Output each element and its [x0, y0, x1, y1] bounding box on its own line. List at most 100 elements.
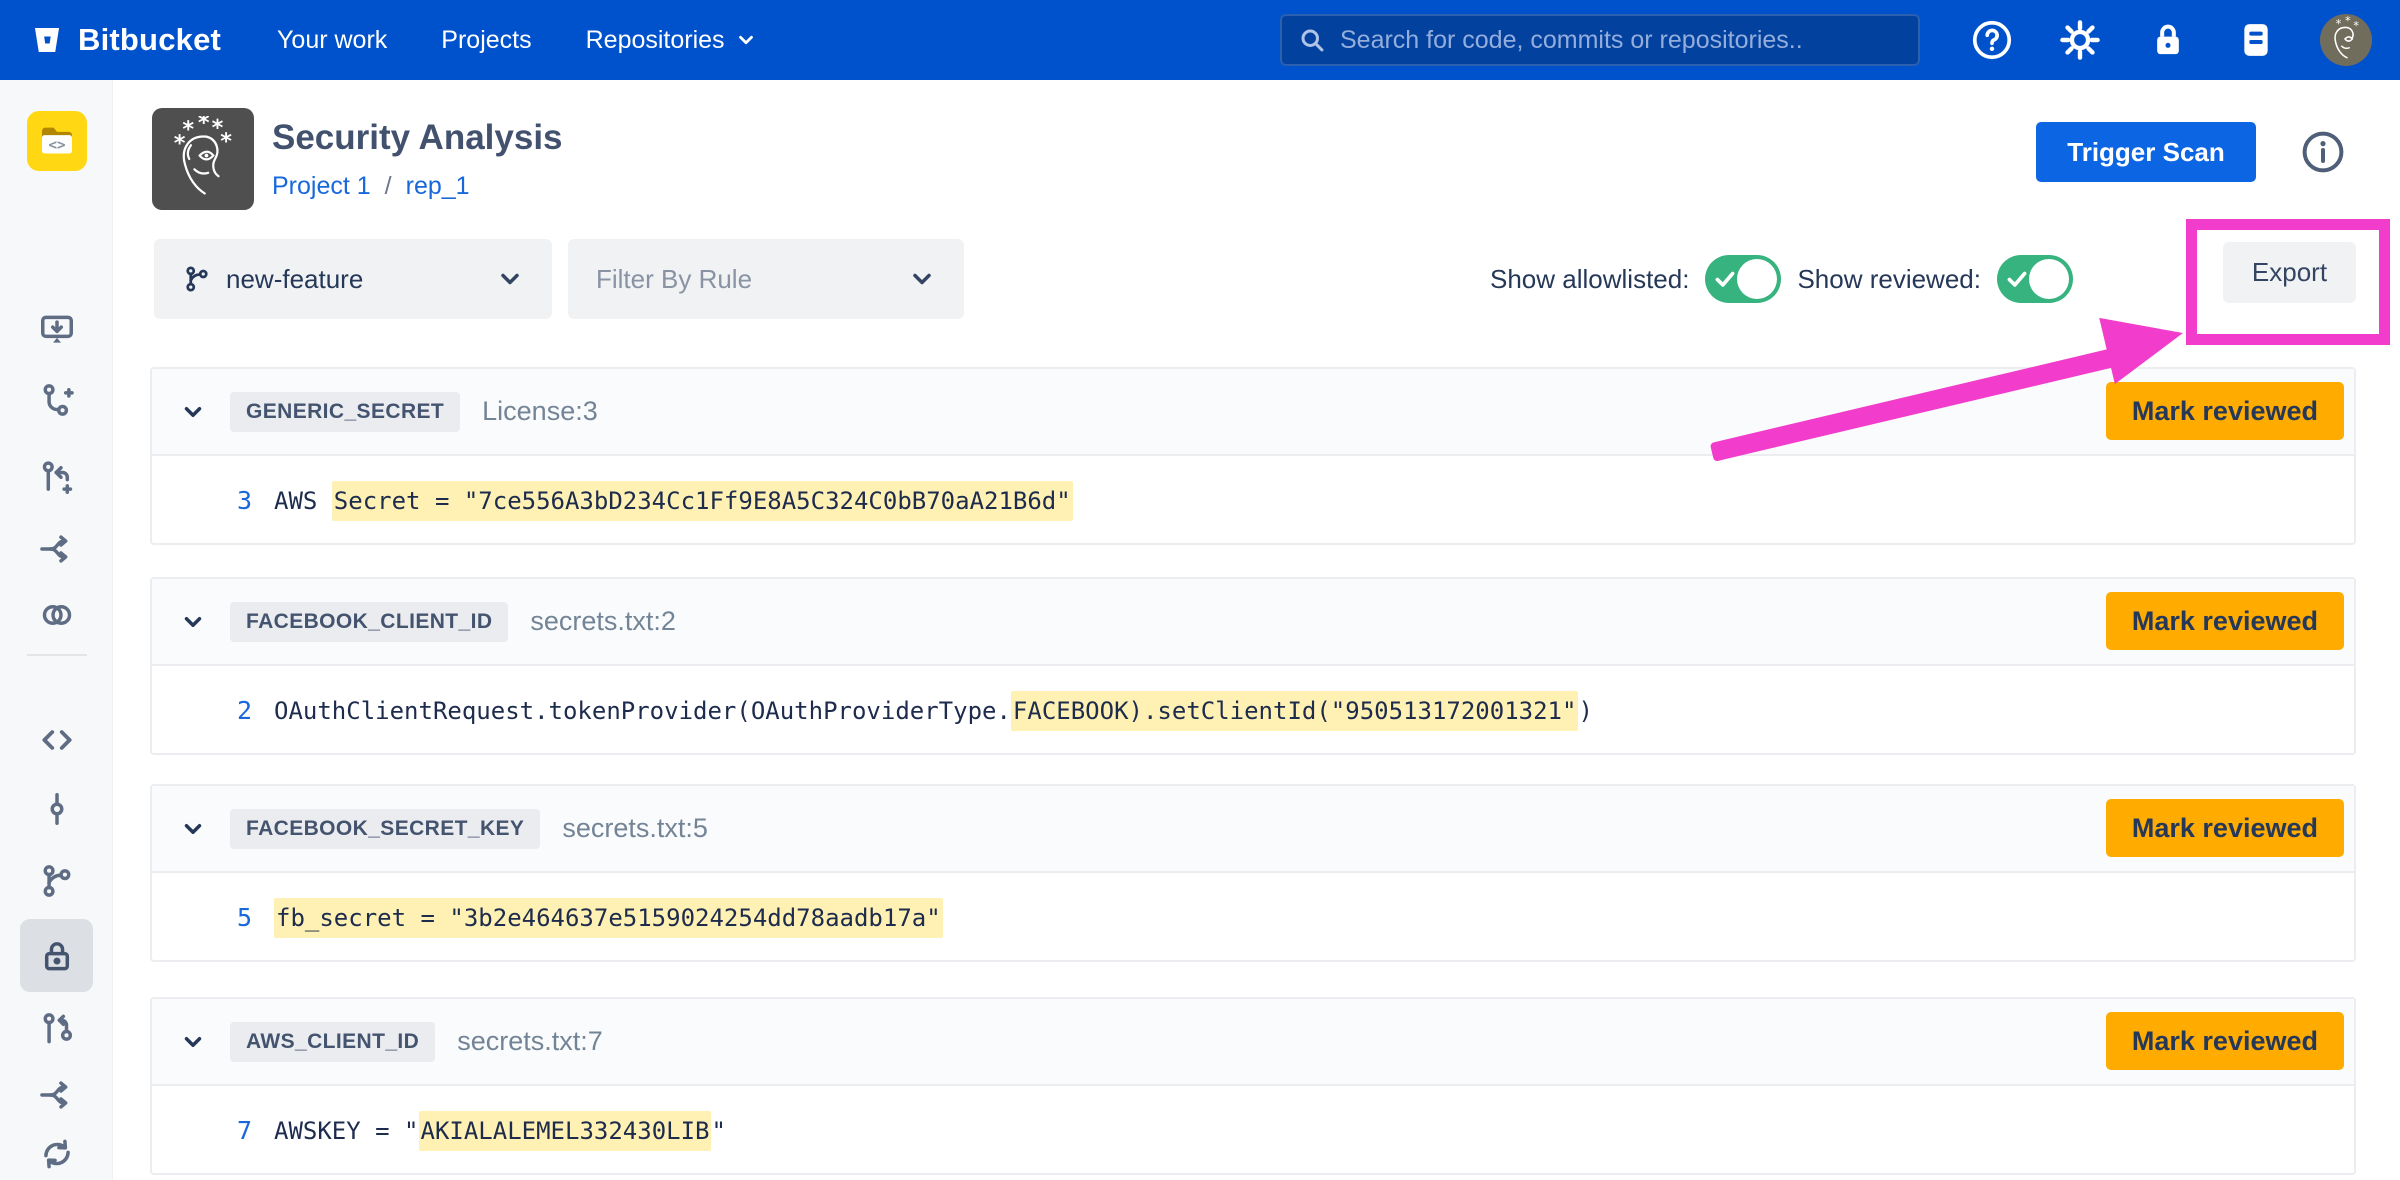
feedback-icon[interactable] — [2232, 16, 2280, 64]
show-reviewed-toggle[interactable] — [1997, 255, 2073, 303]
source-code-icon[interactable] — [37, 720, 77, 760]
nav-icon-group: *** — [1968, 0, 2372, 80]
finding-card: AWS_CLIENT_ID secrets.txt:7 Mark reviewe… — [150, 997, 2356, 1175]
rule-filter-placeholder: Filter By Rule — [596, 264, 752, 295]
mark-reviewed-button[interactable]: Mark reviewed — [2106, 592, 2344, 650]
trigger-scan-button[interactable]: Trigger Scan — [2036, 122, 2256, 182]
check-icon — [2004, 266, 2030, 292]
code-text: AWS Secret = "7ce556A3bD234Cc1Ff9E8A5C32… — [274, 487, 1073, 515]
security-lock-icon[interactable] — [2144, 16, 2192, 64]
svg-text:*: * — [2336, 17, 2342, 31]
breadcrumb-repo-link[interactable]: rep_1 — [406, 172, 470, 201]
pull-requests-icon[interactable] — [37, 1009, 77, 1049]
svg-text:*: * — [174, 130, 186, 156]
show-reviewed-label: Show reviewed: — [1797, 264, 1981, 295]
code-text: AWSKEY = "AKIALALEMEL332430LIB" — [274, 1117, 726, 1145]
sync-icon[interactable] — [37, 1134, 77, 1174]
toggle-knob — [2029, 259, 2069, 299]
user-avatar[interactable]: *** — [2320, 14, 2372, 66]
code-line: 7 AWSKEY = "AKIALALEMEL332430LIB" — [152, 1086, 2354, 1175]
info-icon[interactable] — [2299, 128, 2347, 176]
rule-badge: GENERIC_SECRET — [230, 392, 460, 432]
show-allowlisted-toggle[interactable] — [1705, 255, 1781, 303]
mark-reviewed-button[interactable]: Mark reviewed — [2106, 1012, 2344, 1070]
forks-add-icon[interactable] — [37, 529, 77, 569]
nav-item-your-work[interactable]: Your work — [277, 26, 387, 55]
check-icon — [1712, 266, 1738, 292]
nav-item-projects[interactable]: Projects — [441, 26, 531, 55]
top-nav: Bitbucket Your work Projects Repositorie… — [0, 0, 2400, 80]
scan-app-avatar: ***** — [152, 108, 254, 210]
forks-icon[interactable] — [37, 1075, 77, 1115]
svg-text:*: * — [2345, 14, 2351, 27]
branch-icon — [182, 264, 212, 294]
bitbucket-logo[interactable]: Bitbucket — [30, 22, 221, 58]
mark-reviewed-button[interactable]: Mark reviewed — [2106, 799, 2344, 857]
svg-text:*: * — [198, 116, 210, 136]
show-allowlisted-label: Show allowlisted: — [1490, 264, 1689, 295]
rule-badge: FACEBOOK_CLIENT_ID — [230, 602, 508, 642]
line-number: 7 — [152, 1116, 252, 1145]
code-line: 2 OAuthClientRequest.tokenProvider(OAuth… — [152, 666, 2354, 755]
finding-location: License:3 — [482, 396, 598, 427]
line-number: 5 — [152, 903, 252, 932]
finding-header: FACEBOOK_CLIENT_ID secrets.txt:2 Mark re… — [152, 579, 2354, 666]
finding-location: secrets.txt:7 — [457, 1026, 603, 1057]
chevron-down-icon — [496, 265, 524, 293]
finding-card: FACEBOOK_SECRET_KEY secrets.txt:5 Mark r… — [150, 784, 2356, 962]
collapse-chevron-icon[interactable] — [180, 609, 206, 635]
branch-selector[interactable]: new-feature — [154, 239, 552, 319]
svg-text:*: * — [2353, 19, 2359, 33]
breadcrumb: Project 1 / rep_1 — [272, 172, 470, 201]
toggle-knob — [1737, 259, 1777, 299]
code-line: 5 fb_secret = "3b2e464637e5159024254dd78… — [152, 873, 2354, 962]
finding-header: GENERIC_SECRET License:3 Mark reviewed — [152, 369, 2354, 456]
secret-highlight: AKIALALEMEL332430LIB — [419, 1111, 712, 1151]
settings-gear-icon[interactable] — [2056, 16, 2104, 64]
code-text: OAuthClientRequest.tokenProvider(OAuthPr… — [274, 697, 1593, 725]
brand-name: Bitbucket — [78, 22, 221, 58]
page-title: Security Analysis — [272, 118, 563, 158]
rule-badge: FACEBOOK_SECRET_KEY — [230, 809, 540, 849]
export-button[interactable]: Export — [2223, 242, 2356, 303]
pipelines-icon[interactable] — [37, 595, 77, 635]
finding-card: FACEBOOK_CLIENT_ID secrets.txt:2 Mark re… — [150, 577, 2356, 755]
secret-highlight: FACEBOOK).setClientId("950513172001321" — [1011, 691, 1579, 731]
secret-highlight: fb_secret = "3b2e464637e5159024254dd78aa… — [274, 898, 943, 938]
sidebar-divider — [27, 654, 87, 656]
security-analysis-page: Bitbucket Your work Projects Repositorie… — [0, 0, 2400, 1180]
mark-reviewed-button[interactable]: Mark reviewed — [2106, 382, 2344, 440]
finding-header: AWS_CLIENT_ID secrets.txt:7 Mark reviewe… — [152, 999, 2354, 1086]
collapse-chevron-icon[interactable] — [180, 399, 206, 425]
breadcrumb-project-link[interactable]: Project 1 — [272, 172, 371, 201]
chevron-down-icon — [735, 29, 757, 51]
svg-text:*: * — [220, 129, 232, 155]
branches-icon[interactable] — [37, 861, 77, 901]
commits-add-icon[interactable] — [37, 380, 77, 420]
line-number: 2 — [152, 696, 252, 725]
collapse-chevron-icon[interactable] — [180, 1029, 206, 1055]
search-input[interactable] — [1338, 25, 1902, 56]
svg-text:<>: <> — [48, 137, 65, 153]
branch-selected-value: new-feature — [226, 264, 363, 295]
commits-icon[interactable] — [37, 789, 77, 829]
collapse-chevron-icon[interactable] — [180, 816, 206, 842]
chevron-down-icon — [908, 265, 936, 293]
help-icon[interactable] — [1968, 16, 2016, 64]
toggle-group: Show allowlisted: Show reviewed: — [1490, 251, 2073, 307]
branches-add-icon[interactable] — [37, 458, 77, 498]
breadcrumb-separator: / — [385, 172, 392, 201]
bitbucket-bucket-icon — [30, 23, 64, 57]
rule-filter-selector[interactable]: Filter By Rule — [568, 239, 964, 319]
repository-avatar[interactable]: <> — [27, 111, 87, 171]
finding-location: secrets.txt:5 — [562, 813, 708, 844]
code-text: fb_secret = "3b2e464637e5159024254dd78aa… — [274, 904, 943, 932]
clone-icon[interactable] — [37, 310, 77, 350]
global-search[interactable] — [1280, 14, 1920, 66]
finding-header: FACEBOOK_SECRET_KEY secrets.txt:5 Mark r… — [152, 786, 2354, 873]
nav-item-repositories[interactable]: Repositories — [586, 26, 757, 55]
rule-badge: AWS_CLIENT_ID — [230, 1022, 435, 1062]
security-lock-item[interactable] — [20, 919, 93, 992]
nav-links: Your work Projects Repositories — [277, 26, 757, 55]
search-icon — [1298, 26, 1326, 54]
